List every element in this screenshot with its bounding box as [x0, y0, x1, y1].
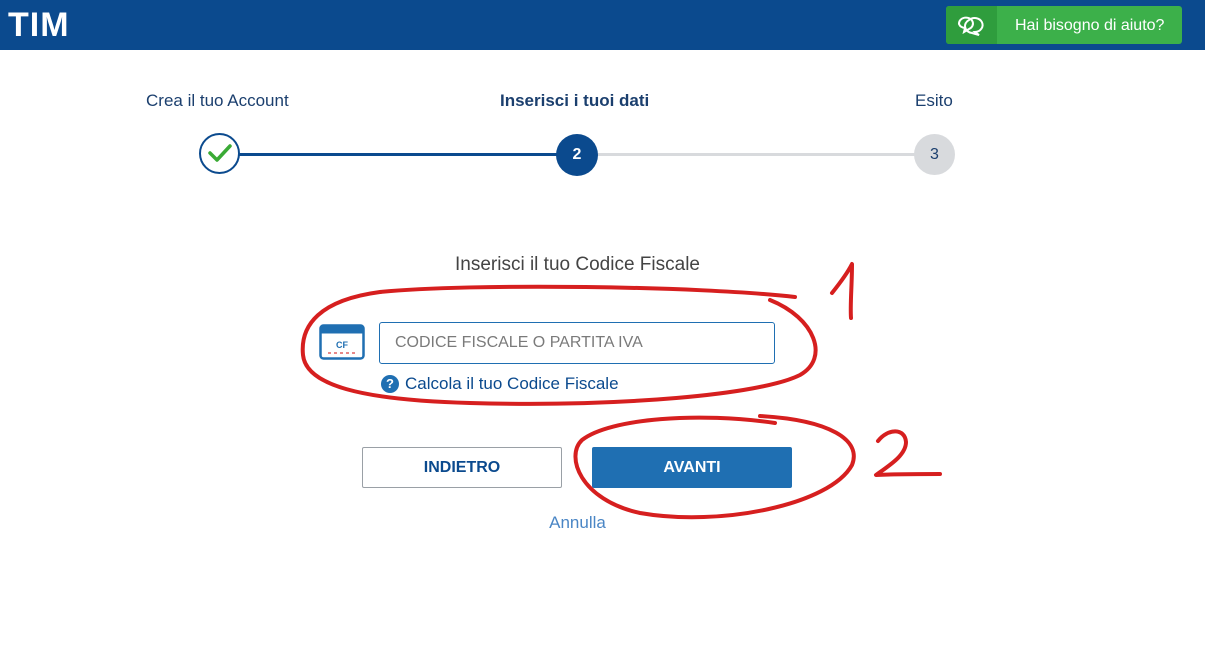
step-1-circle	[199, 133, 240, 174]
help-button-label: Hai bisogno di aiuto?	[1015, 17, 1165, 34]
progress-line-pending	[596, 153, 916, 156]
question-icon: ?	[381, 375, 399, 393]
checkmark-icon	[208, 144, 232, 162]
chat-bubbles-icon	[946, 6, 997, 44]
step-1-label: Crea il tuo Account	[146, 91, 289, 110]
top-bar: TIM Hai bisogno di aiuto?	[0, 0, 1205, 50]
step-2-label: Inserisci i tuoi dati	[500, 91, 650, 110]
form-title: Inserisci il tuo Codice Fiscale	[455, 254, 700, 275]
progress-line-complete	[238, 153, 560, 156]
back-button[interactable]: INDIETRO	[362, 447, 562, 488]
card-icon-text: CF	[336, 340, 348, 350]
step-2-circle: 2	[556, 134, 598, 176]
annotation-number-2	[874, 429, 942, 477]
tim-logo[interactable]: TIM	[8, 6, 70, 45]
calc-link-label: Calcola il tuo Codice Fiscale	[405, 374, 619, 393]
next-button[interactable]: AVANTI	[592, 447, 792, 488]
help-button[interactable]: Hai bisogno di aiuto?	[946, 6, 1182, 44]
step-3-label: Esito	[915, 91, 953, 110]
calc-codice-fiscale-link[interactable]: ? Calcola il tuo Codice Fiscale	[381, 374, 619, 394]
cancel-link[interactable]: Annulla	[0, 513, 1155, 533]
step-3-circle: 3	[914, 134, 955, 175]
codice-fiscale-input[interactable]	[379, 322, 775, 364]
id-card-icon: CF	[319, 324, 365, 365]
